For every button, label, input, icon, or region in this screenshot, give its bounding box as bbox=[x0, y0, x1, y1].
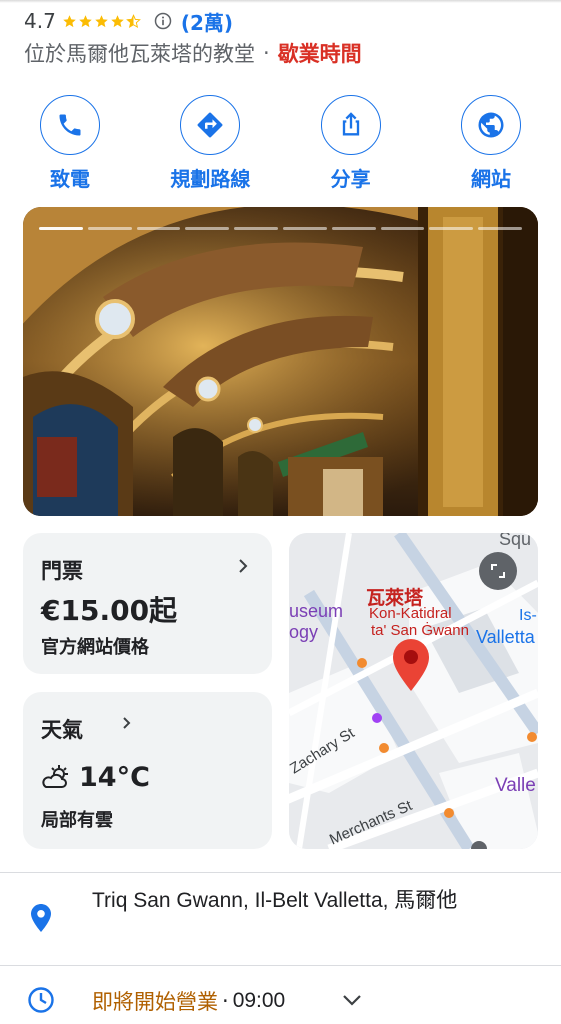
cathedral-interior-photo bbox=[23, 207, 538, 516]
map-valletta-label: Valletta bbox=[476, 627, 535, 647]
map-valle-label: Valle bbox=[495, 775, 536, 796]
action-bar: 致電 規劃路線 分享 網站 bbox=[0, 95, 561, 192]
chevron-right-icon bbox=[123, 717, 131, 729]
progress-segment bbox=[39, 227, 83, 230]
progress-segment bbox=[282, 227, 327, 230]
share-button-circle[interactable] bbox=[320, 95, 381, 155]
ticket-price-note: 官方網站價格 bbox=[41, 637, 149, 658]
half-star-icon bbox=[125, 13, 141, 28]
star-icon bbox=[79, 14, 92, 27]
website-button[interactable]: 網站 bbox=[444, 95, 538, 192]
progress-segment bbox=[136, 227, 181, 230]
progress-segment bbox=[185, 227, 230, 230]
progress-segment bbox=[234, 227, 278, 230]
ticket-card[interactable]: 門票 €15.00起 官方網站價格 bbox=[23, 533, 272, 674]
temperature-row: 14°C bbox=[41, 762, 150, 793]
share-icon bbox=[342, 112, 359, 136]
progress-segment bbox=[87, 227, 132, 230]
rating-row: 4.7 (2萬) bbox=[24, 6, 233, 36]
map-ogy-label: ogy bbox=[289, 622, 319, 642]
star-icon bbox=[63, 14, 76, 27]
separator-dot: · bbox=[263, 41, 270, 65]
star-rating bbox=[62, 13, 141, 29]
carousel-progress bbox=[39, 227, 522, 230]
photo-carousel[interactable] bbox=[23, 207, 538, 516]
directions-label: 規劃路線 bbox=[170, 167, 251, 191]
weather-card[interactable]: 天氣 14°C 局部有雲 bbox=[23, 692, 272, 849]
progress-segment bbox=[331, 227, 376, 230]
progress-segment bbox=[429, 227, 474, 230]
address-text: Triq San Gwann, Il-Belt Valletta, 馬爾他 bbox=[92, 889, 458, 912]
weather-condition: 局部有雲 bbox=[41, 810, 113, 831]
star-icon bbox=[95, 14, 108, 27]
location-pin-icon bbox=[31, 904, 51, 932]
website-label: 網站 bbox=[470, 167, 511, 191]
hours-separator: · bbox=[222, 989, 229, 1013]
ticket-price: €15.00起 bbox=[41, 594, 178, 627]
map-thumbnail[interactable]: 瓦萊塔 Kon-Katidral ta' San Ġwann useum ogy… bbox=[289, 533, 538, 849]
share-button[interactable]: 分享 bbox=[304, 95, 398, 192]
hours-text: 即將開始營業 · 09:00 bbox=[92, 986, 285, 1016]
hours-time: 09:00 bbox=[232, 989, 286, 1012]
review-count-link[interactable]: (2萬) bbox=[181, 7, 233, 36]
progress-segment bbox=[478, 227, 522, 230]
weather-title: 天氣 bbox=[41, 718, 83, 742]
ticket-title: 門票 bbox=[41, 559, 83, 583]
map-museum-label: useum bbox=[289, 601, 344, 621]
map-is-label: Is- bbox=[519, 607, 537, 624]
directions-button-circle[interactable] bbox=[180, 95, 241, 155]
hours-row[interactable]: 即將開始營業 · 09:00 bbox=[0, 966, 561, 1024]
globe-icon bbox=[478, 112, 504, 138]
top-shadow bbox=[0, 0, 561, 3]
map-squ-label: Squ bbox=[499, 533, 532, 549]
map-place-label-2: ta' San Ġwann bbox=[371, 622, 469, 639]
temperature-value: 14°C bbox=[79, 762, 150, 793]
place-subtitle: 位於馬爾他瓦萊塔的教堂 · 歇業時間 bbox=[24, 38, 362, 68]
phone-icon bbox=[59, 114, 81, 136]
call-button[interactable]: 致電 bbox=[23, 95, 117, 192]
website-button-circle[interactable] bbox=[460, 95, 521, 155]
hours-status-link[interactable]: 歇業時間 bbox=[278, 38, 362, 68]
map-expand-button[interactable] bbox=[479, 552, 517, 590]
address-row[interactable]: Triq San Gwann, Il-Belt Valletta, 馬爾他 bbox=[0, 873, 561, 965]
progress-segment bbox=[380, 227, 425, 230]
directions-button[interactable]: 規劃路線 bbox=[163, 95, 257, 192]
hours-status: 即將開始營業 bbox=[92, 990, 218, 1014]
star-icon bbox=[111, 14, 124, 27]
call-button-circle[interactable] bbox=[40, 95, 100, 155]
expand-icon bbox=[491, 564, 505, 578]
chevron-right-icon bbox=[239, 559, 248, 573]
call-label: 致電 bbox=[50, 167, 90, 191]
directions-icon bbox=[197, 112, 223, 138]
info-icon[interactable] bbox=[153, 11, 173, 31]
map-place-label-1: Kon-Katidral bbox=[369, 605, 452, 622]
partly-cloudy-icon bbox=[42, 764, 68, 788]
chevron-down-icon[interactable] bbox=[342, 994, 362, 1006]
share-label: 分享 bbox=[330, 167, 371, 191]
clock-icon bbox=[28, 987, 54, 1013]
place-category: 位於馬爾他瓦萊塔的教堂 bbox=[24, 42, 255, 66]
rating-value: 4.7 bbox=[24, 9, 56, 33]
